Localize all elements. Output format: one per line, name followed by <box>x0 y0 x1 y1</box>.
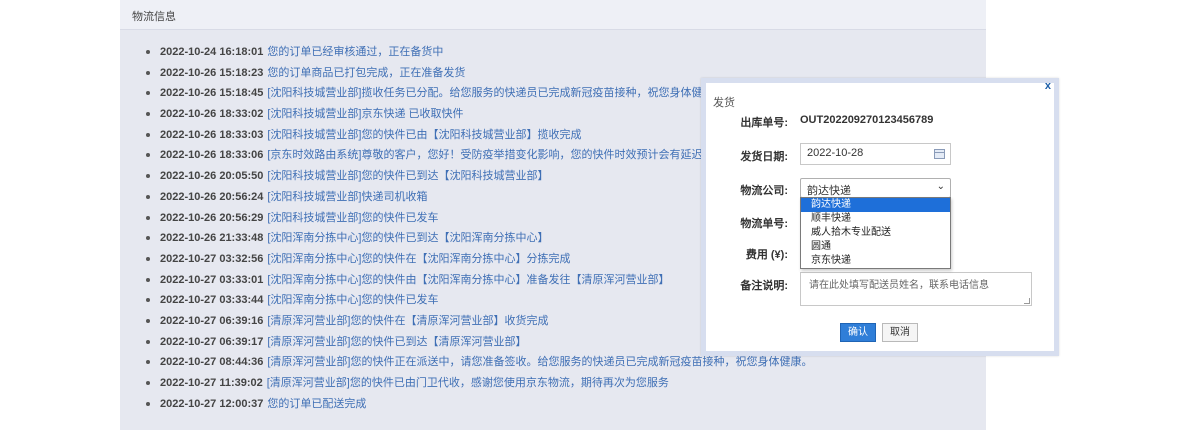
logistics-company-label: 物流公司: <box>740 185 788 197</box>
tracking-time: 2022-10-26 18:33:06 <box>160 149 264 162</box>
dialog-title: 发货 <box>713 97 735 109</box>
bullet-icon <box>146 112 150 117</box>
tracking-time: 2022-10-26 15:18:23 <box>160 66 264 79</box>
tracking-message: [沈阳科技城营业部]京东快递 已收取快件 <box>267 108 464 121</box>
fee-label: 费用 (¥): <box>745 249 788 261</box>
tracking-number-label: 物流单号: <box>740 218 788 230</box>
remark-textarea[interactable]: 请在此处填写配送员姓名，联系电话信息 <box>800 272 1032 306</box>
tracking-message: [清原浑河营业部]您的快件在【清原浑河营业部】收货完成 <box>267 314 549 327</box>
bullet-icon <box>146 256 150 261</box>
logistics-company-value: 韵达快递 <box>807 185 851 197</box>
tracking-time: 2022-10-26 20:05:50 <box>160 170 264 183</box>
tracking-message: [清原浑河营业部]您的快件已由门卫代收，感谢您使用京东物流，期待再次为您服务 <box>266 377 669 389</box>
tracking-time: 2022-10-27 11:39:02 <box>160 377 263 389</box>
ship-dialog: x 发货 出库单号: OUT202209270123456789 发货日期: 2… <box>701 78 1059 356</box>
bullet-icon <box>146 132 150 137</box>
tracking-time: 2022-10-26 18:33:03 <box>160 128 264 141</box>
tracking-time: 2022-10-26 18:33:02 <box>160 108 264 121</box>
tracking-message: 您的订单商品已打包完成，正在准备发货 <box>267 66 466 79</box>
tracking-time: 2022-10-27 03:33:44 <box>160 294 264 307</box>
tracking-message: [沈阳浑南分拣中心]您的快件已到达【沈阳浑南分拣中心】 <box>267 232 549 245</box>
dropdown-option[interactable]: 韵达快递 <box>801 198 950 212</box>
ship-date-value: 2022-10-28 <box>807 147 864 159</box>
panel-title: 物流信息 <box>120 0 986 30</box>
bullet-icon <box>146 215 150 220</box>
tracking-message: [沈阳科技城营业部]您的快件已发车 <box>267 211 439 224</box>
tracking-item: 2022-10-27 11:39:02 [清原浑河营业部]您的快件已由门卫代收，感… <box>146 373 986 394</box>
order-number-label: 出库单号: <box>740 117 788 129</box>
bullet-icon <box>146 298 150 303</box>
bullet-icon <box>146 236 150 241</box>
confirm-button[interactable]: 确认 <box>840 323 876 342</box>
tracking-message: 您的订单已经审核通过，正在备货中 <box>267 46 444 58</box>
bullet-icon <box>146 339 150 344</box>
tracking-message: [沈阳科技城营业部]揽收任务已分配。给您服务的快递员已完成新冠疫苗接种，祝您身体… <box>267 87 725 100</box>
tracking-message: [沈阳科技城营业部]您的快件已到达【沈阳科技城营业部】 <box>267 170 549 183</box>
tracking-message: [沈阳科技城营业部]您的快件已由【沈阳科技城营业部】揽收完成 <box>267 128 582 141</box>
logistics-company-select[interactable]: 韵达快递 ⌄ <box>800 178 951 198</box>
tracking-time: 2022-10-27 06:39:16 <box>160 314 264 327</box>
chevron-down-icon[interactable]: ⌄ <box>937 181 945 192</box>
tracking-time: 2022-10-27 12:00:37 <box>160 397 264 410</box>
bullet-icon <box>146 318 150 323</box>
bullet-icon <box>146 277 150 282</box>
dropdown-option[interactable]: 京东快递 <box>801 254 950 268</box>
bullet-icon <box>146 50 150 54</box>
tracking-time: 2022-10-26 21:33:48 <box>160 232 264 245</box>
dropdown-option[interactable]: 顺丰快递 <box>801 212 950 226</box>
calendar-icon[interactable] <box>934 149 945 159</box>
tracking-message: [沈阳科技城营业部]快递司机收箱 <box>267 190 428 203</box>
tracking-time: 2022-10-26 20:56:24 <box>160 190 264 203</box>
remark-placeholder: 请在此处填写配送员姓名，联系电话信息 <box>809 280 989 291</box>
tracking-message: [沈阳浑南分拣中心]您的快件已发车 <box>267 294 439 307</box>
tracking-message: [清原浑河营业部]您的快件正在派送中，请您准备签收。给您服务的快递员已完成新冠疫… <box>267 356 813 369</box>
bullet-icon <box>146 194 150 199</box>
tracking-time: 2022-10-26 20:56:29 <box>160 211 264 224</box>
tracking-message: [京东时效路由系统]尊敬的客户，您好！受防疫举措变化影响，您的快件时效预计会有延… <box>267 149 758 162</box>
tracking-time: 2022-10-24 16:18:01 <box>160 46 264 58</box>
tracking-time: 2022-10-27 03:32:56 <box>160 252 264 265</box>
bullet-icon <box>146 91 150 96</box>
dropdown-option[interactable]: 威人拾木专业配送 <box>801 226 950 240</box>
dropdown-option[interactable]: 圆通 <box>801 240 950 254</box>
tracking-message: 您的订单已配送完成 <box>267 397 367 410</box>
logistics-company-dropdown: 韵达快递 顺丰快递 威人拾木专业配送 圆通 京东快递 <box>800 197 951 269</box>
tracking-item: 2022-10-27 12:00:37 您的订单已配送完成 <box>146 394 986 415</box>
ship-date-input[interactable]: 2022-10-28 <box>800 143 951 165</box>
bullet-icon <box>146 360 150 365</box>
tracking-time: 2022-10-27 06:39:17 <box>160 335 264 348</box>
order-number-value: OUT202209270123456789 <box>800 114 934 126</box>
tracking-message: [清原浑河营业部]您的快件已到达【清原浑河营业部】 <box>267 335 527 348</box>
tracking-message: [沈阳浑南分拣中心]您的快件在【沈阳浑南分拣中心】分拣完成 <box>267 252 571 265</box>
tracking-time: 2022-10-26 15:18:45 <box>160 87 264 100</box>
tracking-time: 2022-10-27 03:33:01 <box>160 273 264 286</box>
bullet-icon <box>146 153 150 158</box>
cancel-button[interactable]: 取消 <box>882 323 918 342</box>
resize-grip-icon[interactable] <box>1024 298 1030 304</box>
tracking-item: 2022-10-24 16:18:01 您的订单已经审核通过，正在备货中 <box>146 42 986 63</box>
bullet-icon <box>146 174 150 179</box>
close-icon[interactable]: x <box>1045 80 1051 92</box>
bullet-icon <box>146 70 150 75</box>
ship-date-label: 发货日期: <box>740 151 788 163</box>
bullet-icon <box>146 401 150 406</box>
tracking-message: [沈阳浑南分拣中心]您的快件由【沈阳浑南分拣中心】准备发往【清原浑河营业部】 <box>267 273 670 286</box>
bullet-icon <box>146 381 150 385</box>
remark-label: 备注说明: <box>740 280 788 292</box>
tracking-time: 2022-10-27 08:44:36 <box>160 356 264 369</box>
